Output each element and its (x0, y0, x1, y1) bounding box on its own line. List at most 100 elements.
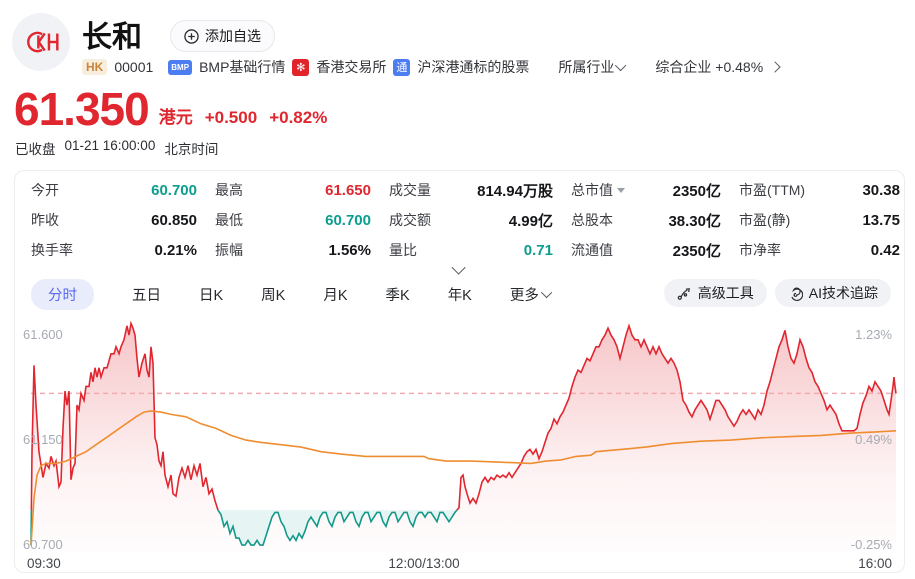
chevron-down-icon (615, 60, 626, 71)
stat-cell: 市净率 0.42 (729, 235, 908, 265)
stat-label: 昨收 (31, 210, 59, 230)
tab-周K[interactable]: 周K (261, 284, 285, 305)
stat-cell: 振幅1.56% (205, 235, 379, 265)
timezone-label: 北京时间 (164, 138, 218, 158)
ai-spiral-icon (788, 286, 803, 301)
stat-value: 2350亿 (673, 240, 721, 261)
industry-value: 综合企业 +0.48% (655, 57, 763, 77)
stat-cell: 总股本 38.30亿 (561, 205, 729, 235)
stat-cell: 换手率0.21% (31, 235, 205, 265)
tool-button-label: 高级工具 (698, 283, 754, 303)
stat-cell: 昨收60.850 (31, 205, 205, 235)
tab-年K[interactable]: 年K (448, 284, 472, 305)
stat-label: 量比 (389, 240, 417, 260)
stat-label: 最低 (215, 210, 243, 230)
price-change: +0.500 (205, 108, 257, 132)
chart-period-tabs: 分时 五日 日K 周K 月K 季K 年K 更多 (31, 279, 552, 309)
tab-more-dropdown[interactable]: 更多 (510, 284, 552, 305)
x-axis-time-label: 16:00 (858, 556, 892, 571)
stat-value: 61.650 (325, 182, 371, 199)
ckh-logo-icon (19, 22, 63, 62)
stat-label: 成交额 (389, 210, 431, 230)
ai-tracking-button[interactable]: AI技术追踪 (775, 279, 891, 307)
y-axis-percent-label: 1.23% (855, 327, 892, 342)
tab-五日[interactable]: 五日 (132, 284, 161, 305)
stat-cell[interactable]: 总市值 2350亿 (561, 175, 729, 205)
y-axis-percent-label: -0.25% (851, 537, 892, 552)
stat-label: 市净率 (739, 240, 781, 260)
stock-code: 00001 (114, 59, 153, 75)
ckh-logo (12, 13, 70, 71)
y-axis-price-label: 60.700 (23, 537, 63, 552)
chart-tools: 高级工具 AI技术追踪 (664, 279, 891, 307)
stat-value: 60.700 (325, 212, 371, 229)
tab-日K[interactable]: 日K (199, 284, 223, 305)
tab-季K[interactable]: 季K (386, 284, 410, 305)
stat-value: 38.30亿 (668, 210, 721, 231)
connect-label: 沪深港通标的股票 (417, 57, 529, 77)
add-watchlist-button[interactable]: 添加自选 (170, 20, 275, 52)
stat-value: 13.75 (862, 212, 900, 229)
advanced-tools-button[interactable]: 高级工具 (664, 279, 767, 307)
stat-cell: 市盈(静) 13.75 (729, 205, 908, 235)
currency-label: 港元 (159, 103, 193, 132)
stat-cell: 最低 60.700 (205, 205, 379, 235)
intraday-chart[interactable]: 61.6001.23%61.1500.49%60.700-0.25%09:301… (15, 316, 904, 572)
y-axis-price-label: 61.600 (23, 327, 63, 342)
stat-label: 流通值 (571, 240, 613, 260)
stat-label: 市盈(TTM) (739, 180, 805, 200)
stat-cell: 成交额 4.99亿 (379, 205, 561, 235)
stat-column: 成交量814.94万股成交额4.99亿量比0.71 (379, 175, 561, 265)
market-status: 已收盘 (15, 138, 56, 158)
bmp-icon: BMP (168, 60, 192, 75)
stat-column: 总市值2350亿总股本38.30亿流通值2350亿 (561, 175, 729, 265)
stat-value: 2350亿 (673, 180, 721, 201)
x-axis-time-label: 12:00/13:00 (388, 556, 459, 571)
quote-card: 今开60.700昨收60.850换手率0.21%最高61.650最低60.700… (14, 170, 905, 573)
more-label: 更多 (510, 284, 539, 305)
sort-triangle-icon (617, 188, 625, 193)
stat-cell: 今开60.700 (31, 175, 205, 205)
stats-grid: 今开60.700昨收60.850换手率0.21%最高61.650 最低 60.700… (15, 175, 904, 265)
tool-button-label: AI技术追踪 (809, 283, 878, 303)
stat-cell: 市盈(TTM)30.38 (729, 175, 908, 205)
stat-column: 市盈(TTM)30.38 市盈(静) 13.75 市净率 0.42 (729, 175, 908, 265)
stat-value: 0.21% (154, 242, 197, 259)
plus-circle-icon (184, 29, 199, 44)
industry-dropdown[interactable]: 所属行业 (558, 57, 626, 77)
collapse-stats-button[interactable] (445, 259, 475, 281)
stat-label: 今开 (31, 180, 59, 200)
stat-label: 市盈(静) (739, 210, 790, 230)
stat-cell: 成交量 814.94万股 (379, 175, 561, 205)
market-badge: HK (82, 59, 107, 75)
stat-value: 4.99亿 (509, 210, 553, 231)
stat-value: 814.94万股 (477, 180, 553, 201)
bmp-label: BMP基础行情 (199, 57, 285, 77)
stat-label: 成交量 (389, 180, 431, 200)
tab-分时[interactable]: 分时 (31, 279, 94, 310)
chevron-down-icon (541, 287, 552, 298)
stat-column: 最高61.650 最低 60.700 振幅1.56% (205, 175, 379, 265)
chevron-right-icon (770, 61, 781, 72)
y-axis-percent-label: 0.49% (855, 432, 892, 447)
hk-flag-icon: ✻ (292, 59, 309, 76)
current-price: 61.350 (14, 86, 149, 132)
stock-quote-page: 长和 添加自选 HK 00001 BMP BMP基础行情 ✻ 香港交易所 通 沪… (0, 0, 915, 579)
tab-月K[interactable]: 月K (323, 284, 347, 305)
stat-value: 1.56% (328, 242, 371, 259)
price-block: 61.350 港元 +0.500 +0.82% (14, 86, 327, 132)
industry-link[interactable]: 综合企业 +0.48% (655, 57, 779, 77)
connect-icon: 通 (393, 59, 410, 76)
stat-cell: 流通值 2350亿 (561, 235, 729, 265)
add-watchlist-label: 添加自选 (205, 26, 261, 46)
advanced-tools-icon (677, 286, 692, 301)
collapse-chevron-icon (451, 261, 465, 275)
stat-label: 总市值 (571, 180, 625, 200)
stat-value: 0.42 (871, 242, 900, 259)
quote-time: 01-21 16:00:00 (65, 138, 156, 158)
exchange-label: 香港交易所 (316, 57, 386, 77)
industry-label: 所属行业 (558, 57, 614, 77)
market-status-row: 已收盘 01-21 16:00:00 北京时间 (15, 138, 218, 158)
stat-cell: 最高61.650 (205, 175, 379, 205)
stat-label: 总股本 (571, 210, 613, 230)
